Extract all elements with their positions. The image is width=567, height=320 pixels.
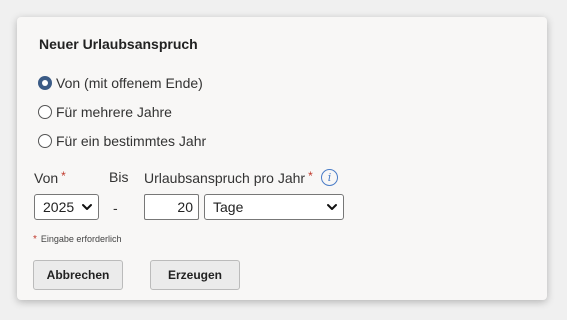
cancel-button[interactable]: Abbrechen [33,260,123,290]
chevron-down-icon [82,204,92,210]
anspruch-label: Urlaubsanspruch pro Jahr * [144,169,313,186]
range-separator: - [113,200,118,216]
page: Neuer Urlaubsanspruch Von (mit offenem E… [0,0,567,320]
unit-select-value: Tage [213,199,244,215]
radio-open-ended[interactable] [38,76,52,90]
chevron-down-icon [327,204,337,210]
required-hint-text: Eingabe erforderlich [40,234,122,244]
required-hint-marker: * [33,234,37,245]
anspruch-label-text: Urlaubsanspruch pro Jahr [144,170,306,186]
option-multiple-years-label: Für mehrere Jahre [56,104,172,120]
option-open-ended-label: Von (mit offenem Ende) [56,75,203,91]
von-label: Von * [34,169,66,186]
create-button[interactable]: Erzeugen [150,260,240,290]
info-icon[interactable]: i [321,169,338,186]
required-hint: * Eingabe erforderlich [33,234,121,245]
option-multiple-years[interactable]: Für mehrere Jahre [38,102,172,122]
bis-label: Bis [109,169,129,185]
required-marker: * [61,169,66,183]
von-label-text: Von [34,170,59,186]
unit-select[interactable]: Tage [204,194,344,220]
option-specific-year[interactable]: Für ein bestimmtes Jahr [38,131,206,151]
radio-multiple-years[interactable] [38,105,52,119]
year-select-value: 2025 [43,199,75,215]
dialog-title: Neuer Urlaubsanspruch [39,36,198,52]
new-vacation-entitlement-dialog: Neuer Urlaubsanspruch Von (mit offenem E… [17,17,547,300]
amount-input[interactable]: 20 [144,194,199,220]
option-open-ended[interactable]: Von (mit offenem Ende) [38,73,203,93]
option-specific-year-label: Für ein bestimmtes Jahr [56,133,207,149]
year-select[interactable]: 2025 [34,194,99,220]
required-marker: * [308,169,313,183]
radio-specific-year[interactable] [38,134,52,148]
